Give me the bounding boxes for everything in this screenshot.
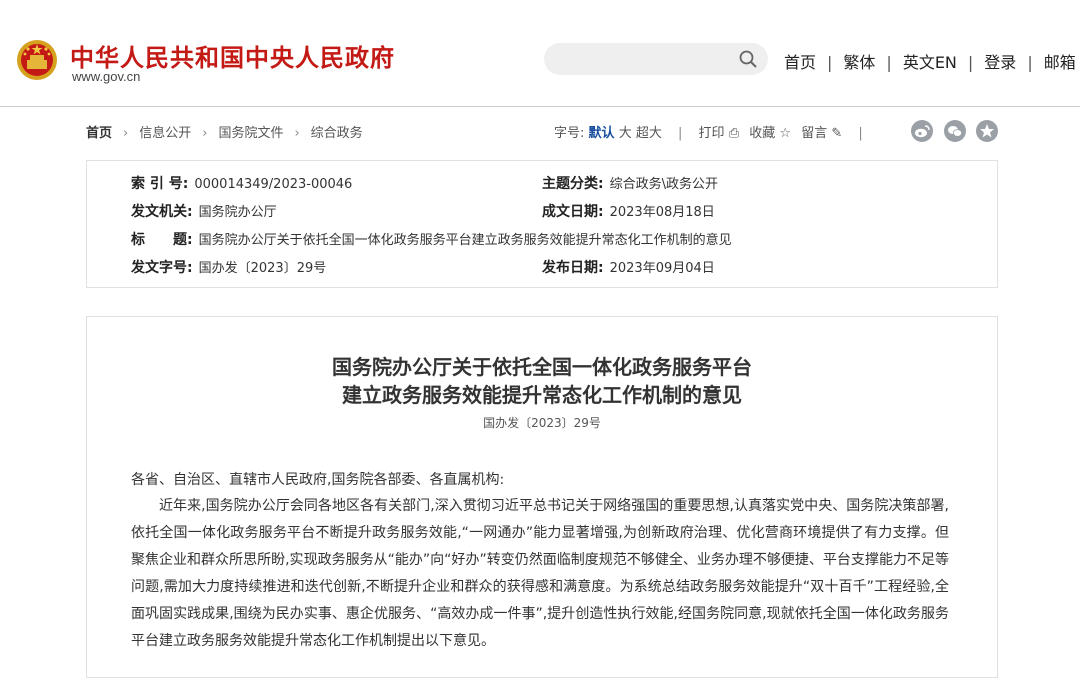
breadcrumb-bar: 首页 › 信息公开 › 国务院文件 › 综合政务 字号: 默认 大 超大 | 打印 ⎙ 收藏… — [86, 120, 998, 144]
meta-topic: 主题分类: 综合政务\政务公开 — [542, 173, 718, 193]
article-salutation: 各省、自治区、直辖市人民政府,国务院各部委、各直属机构: — [131, 472, 505, 488]
site-title[interactable]: 中华人民共和国中央人民政府 — [70, 38, 395, 73]
chevron-right-icon: › — [202, 126, 208, 141]
nav-english[interactable]: 英文EN — [903, 53, 957, 72]
breadcrumb-info-public[interactable]: 信息公开 — [139, 126, 191, 141]
meta-published-value: 2023年09月04日 — [609, 261, 715, 276]
favorite-label[interactable]: 收藏 — [749, 126, 775, 141]
top-nav: 首页 | 繁体 | 英文EN | 登录 | 邮箱 — [784, 49, 1076, 73]
meta-issuer-label: 发文机关: — [131, 204, 193, 220]
meta-docno: 发文字号: 国办发〔2023〕29号 — [131, 257, 326, 277]
article-title: 国务院办公厅关于依托全国一体化政务服务平台 建立政务服务效能提升常态化工作机制的… — [87, 353, 997, 409]
meta-topic-value: 综合政务\政务公开 — [609, 177, 718, 192]
breadcrumb-state-council-docs[interactable]: 国务院文件 — [218, 126, 283, 141]
meta-published-label: 发布日期: — [542, 260, 604, 276]
meta-written-label: 成文日期: — [542, 204, 604, 220]
article-paragraph: 近年来,国务院办公厅会同各地区各有关部门,深入贯彻习近平总书记关于网络强国的重要… — [131, 498, 949, 649]
font-large-button[interactable]: 大 — [619, 126, 632, 141]
comment-label[interactable]: 留言 — [801, 126, 827, 141]
nav-traditional[interactable]: 繁体 — [843, 53, 875, 72]
article-content: 国务院办公厅关于依托全国一体化政务服务平台 建立政务服务效能提升常态化工作机制的… — [86, 316, 998, 678]
nav-home[interactable]: 首页 — [784, 53, 816, 72]
nav-separator: | — [1027, 53, 1033, 72]
national-emblem-icon[interactable] — [16, 38, 58, 82]
meta-index-value: 000014349/2023-00046 — [194, 177, 353, 192]
font-xlarge-button[interactable]: 超大 — [636, 126, 662, 141]
nav-login[interactable]: 登录 — [984, 53, 1016, 72]
site-domain: www.gov.cn — [72, 69, 141, 84]
breadcrumb: 首页 › 信息公开 › 国务院文件 › 综合政务 — [86, 122, 363, 141]
breadcrumb-home[interactable]: 首页 — [86, 126, 112, 141]
print-label[interactable]: 打印 — [699, 126, 725, 141]
meta-published-date: 发布日期: 2023年09月04日 — [542, 257, 715, 277]
meta-index-label: 索 引 号: — [131, 176, 189, 192]
chevron-right-icon: › — [294, 126, 300, 141]
weibo-icon[interactable] — [911, 120, 933, 142]
article-title-line1: 国务院办公厅关于依托全国一体化政务服务平台 — [332, 355, 752, 379]
chevron-right-icon: › — [123, 126, 129, 141]
tools-separator: | — [678, 126, 683, 141]
meta-docno-value: 国办发〔2023〕29号 — [198, 261, 327, 276]
font-size-label: 字号: — [554, 126, 585, 141]
font-default-button[interactable]: 默认 — [589, 126, 615, 141]
meta-issuer: 发文机关: 国务院办公厅 — [131, 201, 277, 221]
meta-title-value: 国务院办公厅关于依托全国一体化政务服务平台建立政务服务效能提升常态化工作机制的意… — [198, 233, 732, 248]
meta-title: 标 题: 国务院办公厅关于依托全国一体化政务服务平台建立政务服务效能提升常态化工作… — [131, 229, 732, 249]
breadcrumb-general-affairs[interactable]: 综合政务 — [311, 126, 363, 141]
site-header: 中华人民共和国中央人民政府 www.gov.cn 首页 | 繁体 | 英文EN | 登录 | 邮… — [0, 0, 1080, 107]
star-icon[interactable]: ☆ — [779, 126, 791, 141]
pencil-icon[interactable]: ✎ — [831, 126, 842, 141]
nav-separator: | — [967, 53, 974, 72]
search-icon[interactable] — [738, 49, 758, 69]
nav-separator: | — [827, 53, 833, 72]
meta-topic-label: 主题分类: — [542, 176, 604, 192]
wechat-icon[interactable] — [944, 120, 966, 142]
article-doc-number: 国办发〔2023〕29号 — [483, 416, 601, 430]
nav-separator: | — [886, 53, 892, 72]
document-meta: 索 引 号: 000014349/2023-00046 主题分类: 综合政务\政务公… — [86, 160, 998, 288]
print-icon[interactable]: ⎙ — [729, 126, 739, 141]
meta-index: 索 引 号: 000014349/2023-00046 — [131, 173, 352, 193]
meta-written-date: 成文日期: 2023年08月18日 — [542, 201, 715, 221]
meta-issuer-value: 国务院办公厅 — [198, 205, 277, 220]
article-tools: 字号: 默认 大 超大 | 打印 ⎙ 收藏 ☆ 留言 ✎ | — [554, 122, 875, 141]
article-title-line2: 建立政务服务效能提升常态化工作机制的意见 — [342, 383, 742, 407]
tools-separator: | — [858, 126, 863, 141]
qzone-icon[interactable] — [976, 120, 998, 142]
meta-title-label: 标 题: — [131, 232, 193, 248]
meta-docno-label: 发文字号: — [131, 260, 193, 276]
search-input[interactable] — [544, 43, 768, 75]
nav-mail[interactable]: 邮箱 — [1044, 53, 1076, 72]
meta-written-value: 2023年08月18日 — [609, 205, 715, 220]
